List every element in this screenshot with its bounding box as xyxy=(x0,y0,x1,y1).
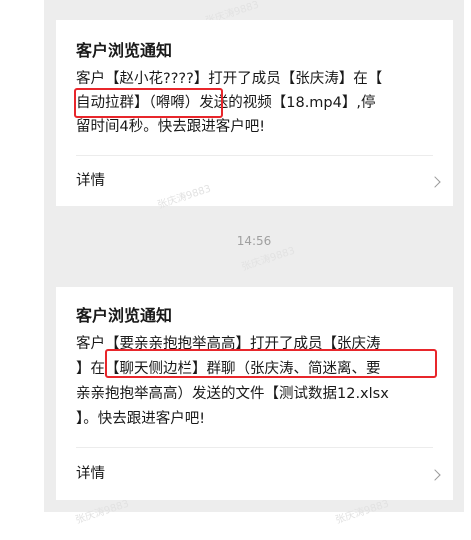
notification-title: 客户浏览通知 xyxy=(76,306,173,325)
chevron-right-icon[interactable] xyxy=(429,469,441,481)
notification-text-line: 】。快去跟进客户吧! xyxy=(76,411,206,427)
divider xyxy=(76,155,433,156)
notification-text-line: 留时间4秒。快去跟进客户吧! xyxy=(76,119,266,135)
notification-title: 客户浏览通知 xyxy=(76,41,173,60)
timestamp: 14:56 xyxy=(236,234,272,248)
highlight-box xyxy=(74,88,223,118)
divider xyxy=(76,447,433,448)
chevron-right-icon[interactable] xyxy=(429,176,441,188)
notification-text-line: 亲亲抱抱举高高）发送的文件【测试数据12.xlsx xyxy=(76,386,389,402)
detail-link[interactable]: 详情 xyxy=(76,171,105,191)
notification-text-line: 客户【赵小花????】打开了成员【张庆涛】在【 xyxy=(76,71,383,87)
notification-card: 客户浏览通知 客户【要亲亲抱抱举高高】打开了成员【张庆涛 】在【聊天侧边栏】群聊… xyxy=(56,287,453,500)
watermark: 张庆涛9883 xyxy=(156,183,213,212)
detail-link[interactable]: 详情 xyxy=(76,464,105,484)
highlight-box xyxy=(105,349,437,378)
notification-feed: 张庆涛9883 客户浏览通知 客户【赵小花????】打开了成员【张庆涛】在【 自… xyxy=(44,0,464,526)
